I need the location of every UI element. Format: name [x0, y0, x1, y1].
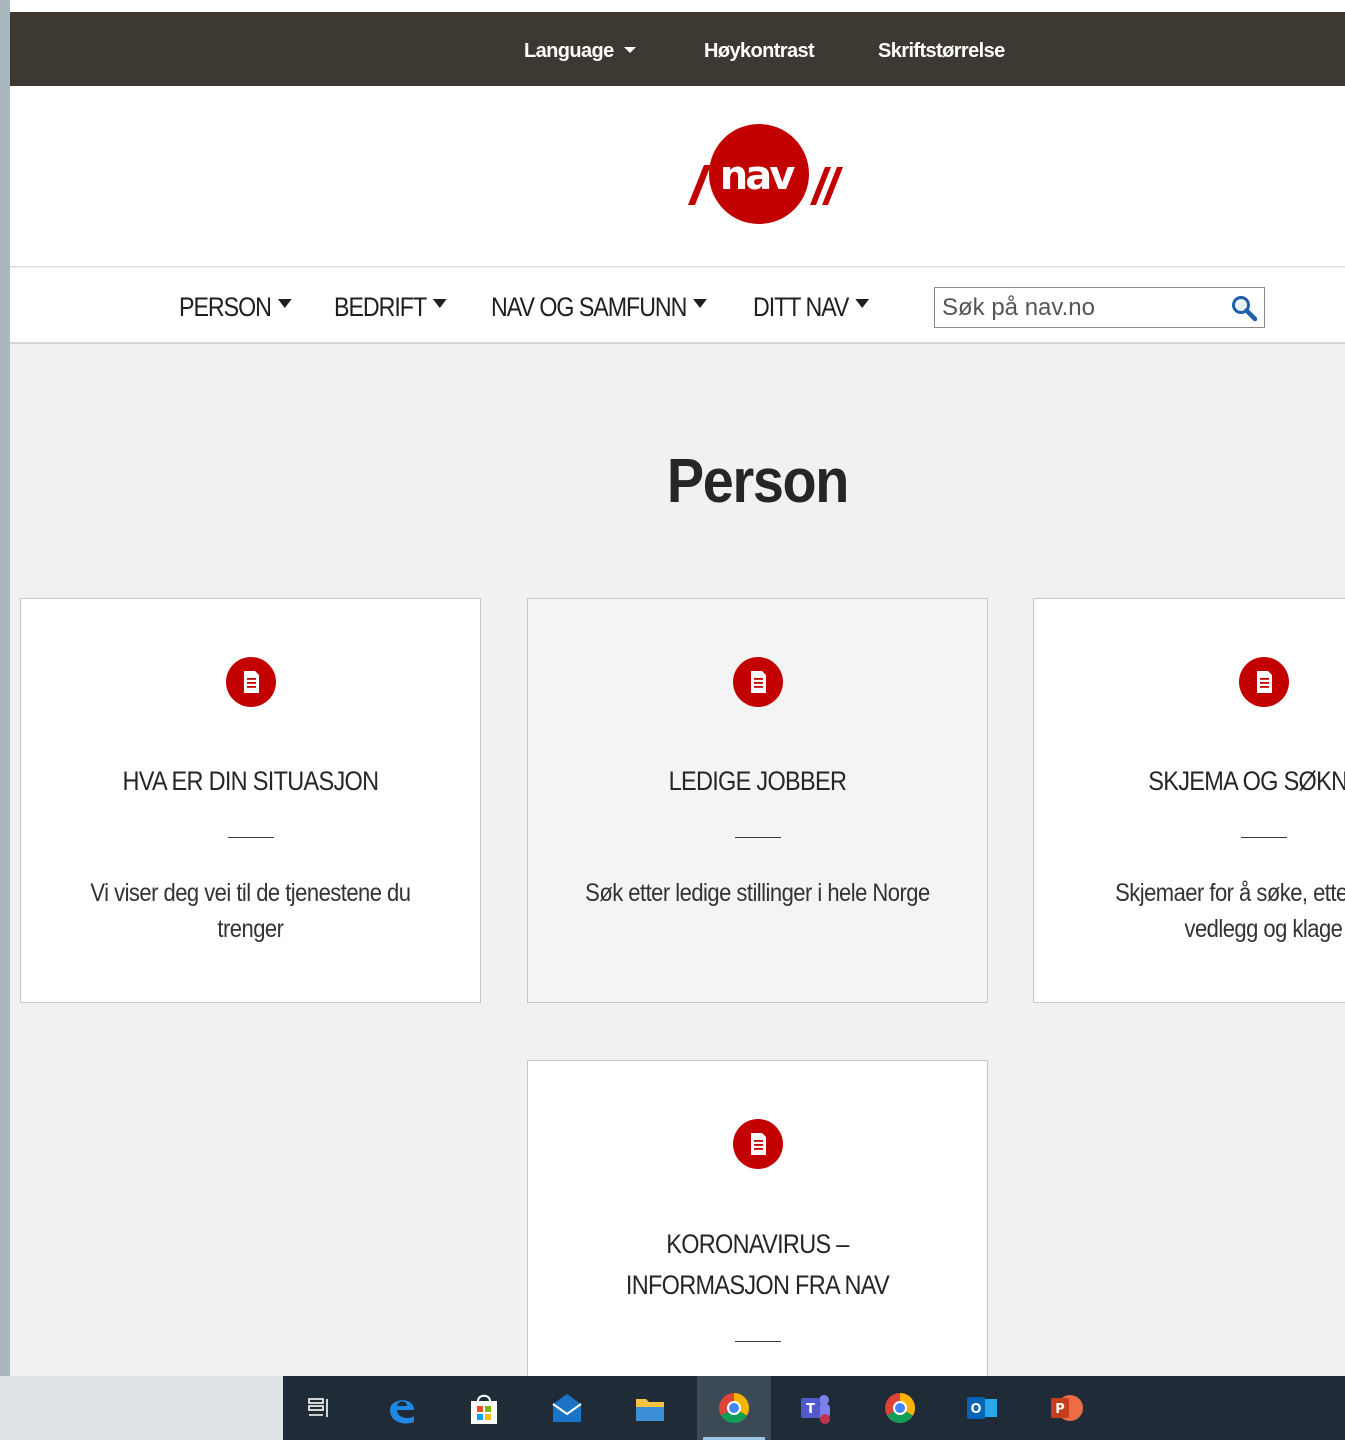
- card-description: Vi viser deg vei til de tjenestene du tr…: [90, 879, 411, 943]
- search-input[interactable]: [935, 288, 1225, 327]
- browser-viewport: Language Høykontrast Skriftstørrelse nav…: [10, 0, 1345, 1376]
- card-divider: [1241, 837, 1287, 838]
- card-title: HVA ER DIN SITUASJON: [122, 766, 380, 796]
- svg-text:O: O: [970, 1402, 981, 1417]
- caret-down-icon: [693, 299, 708, 309]
- card-ledige-jobber[interactable]: LEDIGE JOBBER Søk etter ledige stillinge…: [527, 598, 988, 1003]
- folder-icon: [636, 1399, 664, 1421]
- teams-button[interactable]: T: [787, 1376, 845, 1440]
- chrome-button[interactable]: [872, 1376, 930, 1440]
- svg-text:T: T: [806, 1402, 815, 1417]
- outlook-icon: O: [967, 1397, 997, 1419]
- mail-button[interactable]: [539, 1376, 597, 1440]
- card-divider: [735, 837, 781, 838]
- card-koronavirus[interactable]: KORONAVIRUS – INFORMASJON FRA NAV: [527, 1060, 988, 1376]
- nav-item-nav-og-samfunn[interactable]: NAV OG SAMFUNN: [491, 268, 708, 344]
- logo-text: nav: [720, 153, 795, 199]
- main-nav: PERSON BEDRIFT NAV OG SAMFUNN DITT NAV: [10, 268, 1345, 344]
- card-hva-er-din-situasjon[interactable]: HVA ER DIN SITUASJON Vi viser deg vei ti…: [20, 598, 481, 1003]
- card-skjema-og-soknad[interactable]: SKJEMA OG SØKNAD Skjemaer for å søke, et…: [1033, 598, 1345, 1003]
- taskbar: T O P: [0, 1376, 1345, 1440]
- caret-down-icon: [277, 299, 292, 309]
- card-description: Skjemaer for å søke, ettersende vedlegg …: [1115, 879, 1345, 943]
- powerpoint-icon: P: [1051, 1395, 1083, 1421]
- file-explorer-button[interactable]: [622, 1376, 680, 1440]
- font-size-button[interactable]: Skriftstørrelse: [878, 12, 1005, 86]
- card-divider: [735, 1341, 781, 1342]
- chrome-button-active[interactable]: [697, 1376, 771, 1440]
- card-title: KORONAVIRUS – INFORMASJON FRA NAV: [625, 1229, 890, 1300]
- nav-item-label: BEDRIFT: [334, 292, 427, 322]
- page-title: Person: [666, 447, 849, 516]
- nav-item-person[interactable]: PERSON: [179, 268, 292, 344]
- taskbar-apps: T O P: [283, 1376, 1345, 1440]
- store-button[interactable]: [456, 1376, 514, 1440]
- nav-item-ditt-nav[interactable]: DITT NAV: [753, 268, 870, 344]
- edge-button[interactable]: [374, 1376, 432, 1440]
- card-title: LEDIGE JOBBER: [668, 766, 847, 796]
- nav-item-label: PERSON: [179, 292, 272, 322]
- document-icon: [733, 657, 783, 707]
- search-icon[interactable]: [1230, 294, 1258, 322]
- search-box: [934, 287, 1265, 328]
- card-description: Søk etter ledige stillinger i hele Norge: [585, 879, 930, 907]
- edge-icon: [390, 1400, 414, 1424]
- nav-item-bedrift[interactable]: BEDRIFT: [334, 268, 447, 344]
- high-contrast-toggle[interactable]: Høykontrast: [704, 12, 815, 86]
- store-icon: [471, 1394, 497, 1424]
- document-icon: [733, 1119, 783, 1169]
- caret-down-icon: [432, 299, 447, 309]
- nav-item-label: NAV OG SAMFUNN: [491, 292, 687, 322]
- powerpoint-button[interactable]: P: [1038, 1376, 1096, 1440]
- task-view-icon: [308, 1398, 328, 1417]
- outlook-button[interactable]: O: [954, 1376, 1012, 1440]
- browser-top-edge: [10, 0, 1345, 12]
- nav-logo[interactable]: nav: [674, 108, 844, 238]
- svg-text:P: P: [1055, 1402, 1065, 1417]
- teams-icon: T: [801, 1395, 830, 1424]
- task-view-button[interactable]: [291, 1376, 349, 1440]
- chrome-icon: [885, 1393, 916, 1424]
- chevron-down-icon: [623, 46, 636, 53]
- document-icon: [1239, 657, 1289, 707]
- document-icon: [226, 657, 276, 707]
- card-divider: [228, 837, 274, 838]
- language-label: Language: [524, 40, 614, 62]
- card-title: SKJEMA OG SØKNAD: [1148, 766, 1345, 796]
- chrome-icon: [719, 1393, 750, 1424]
- logo-band: nav: [10, 86, 1345, 267]
- nav-item-label: DITT NAV: [753, 292, 849, 322]
- language-menu[interactable]: Language: [524, 12, 636, 86]
- caret-down-icon: [855, 299, 870, 309]
- utility-bar: Language Høykontrast Skriftstørrelse: [10, 12, 1345, 86]
- mail-icon: [552, 1394, 582, 1422]
